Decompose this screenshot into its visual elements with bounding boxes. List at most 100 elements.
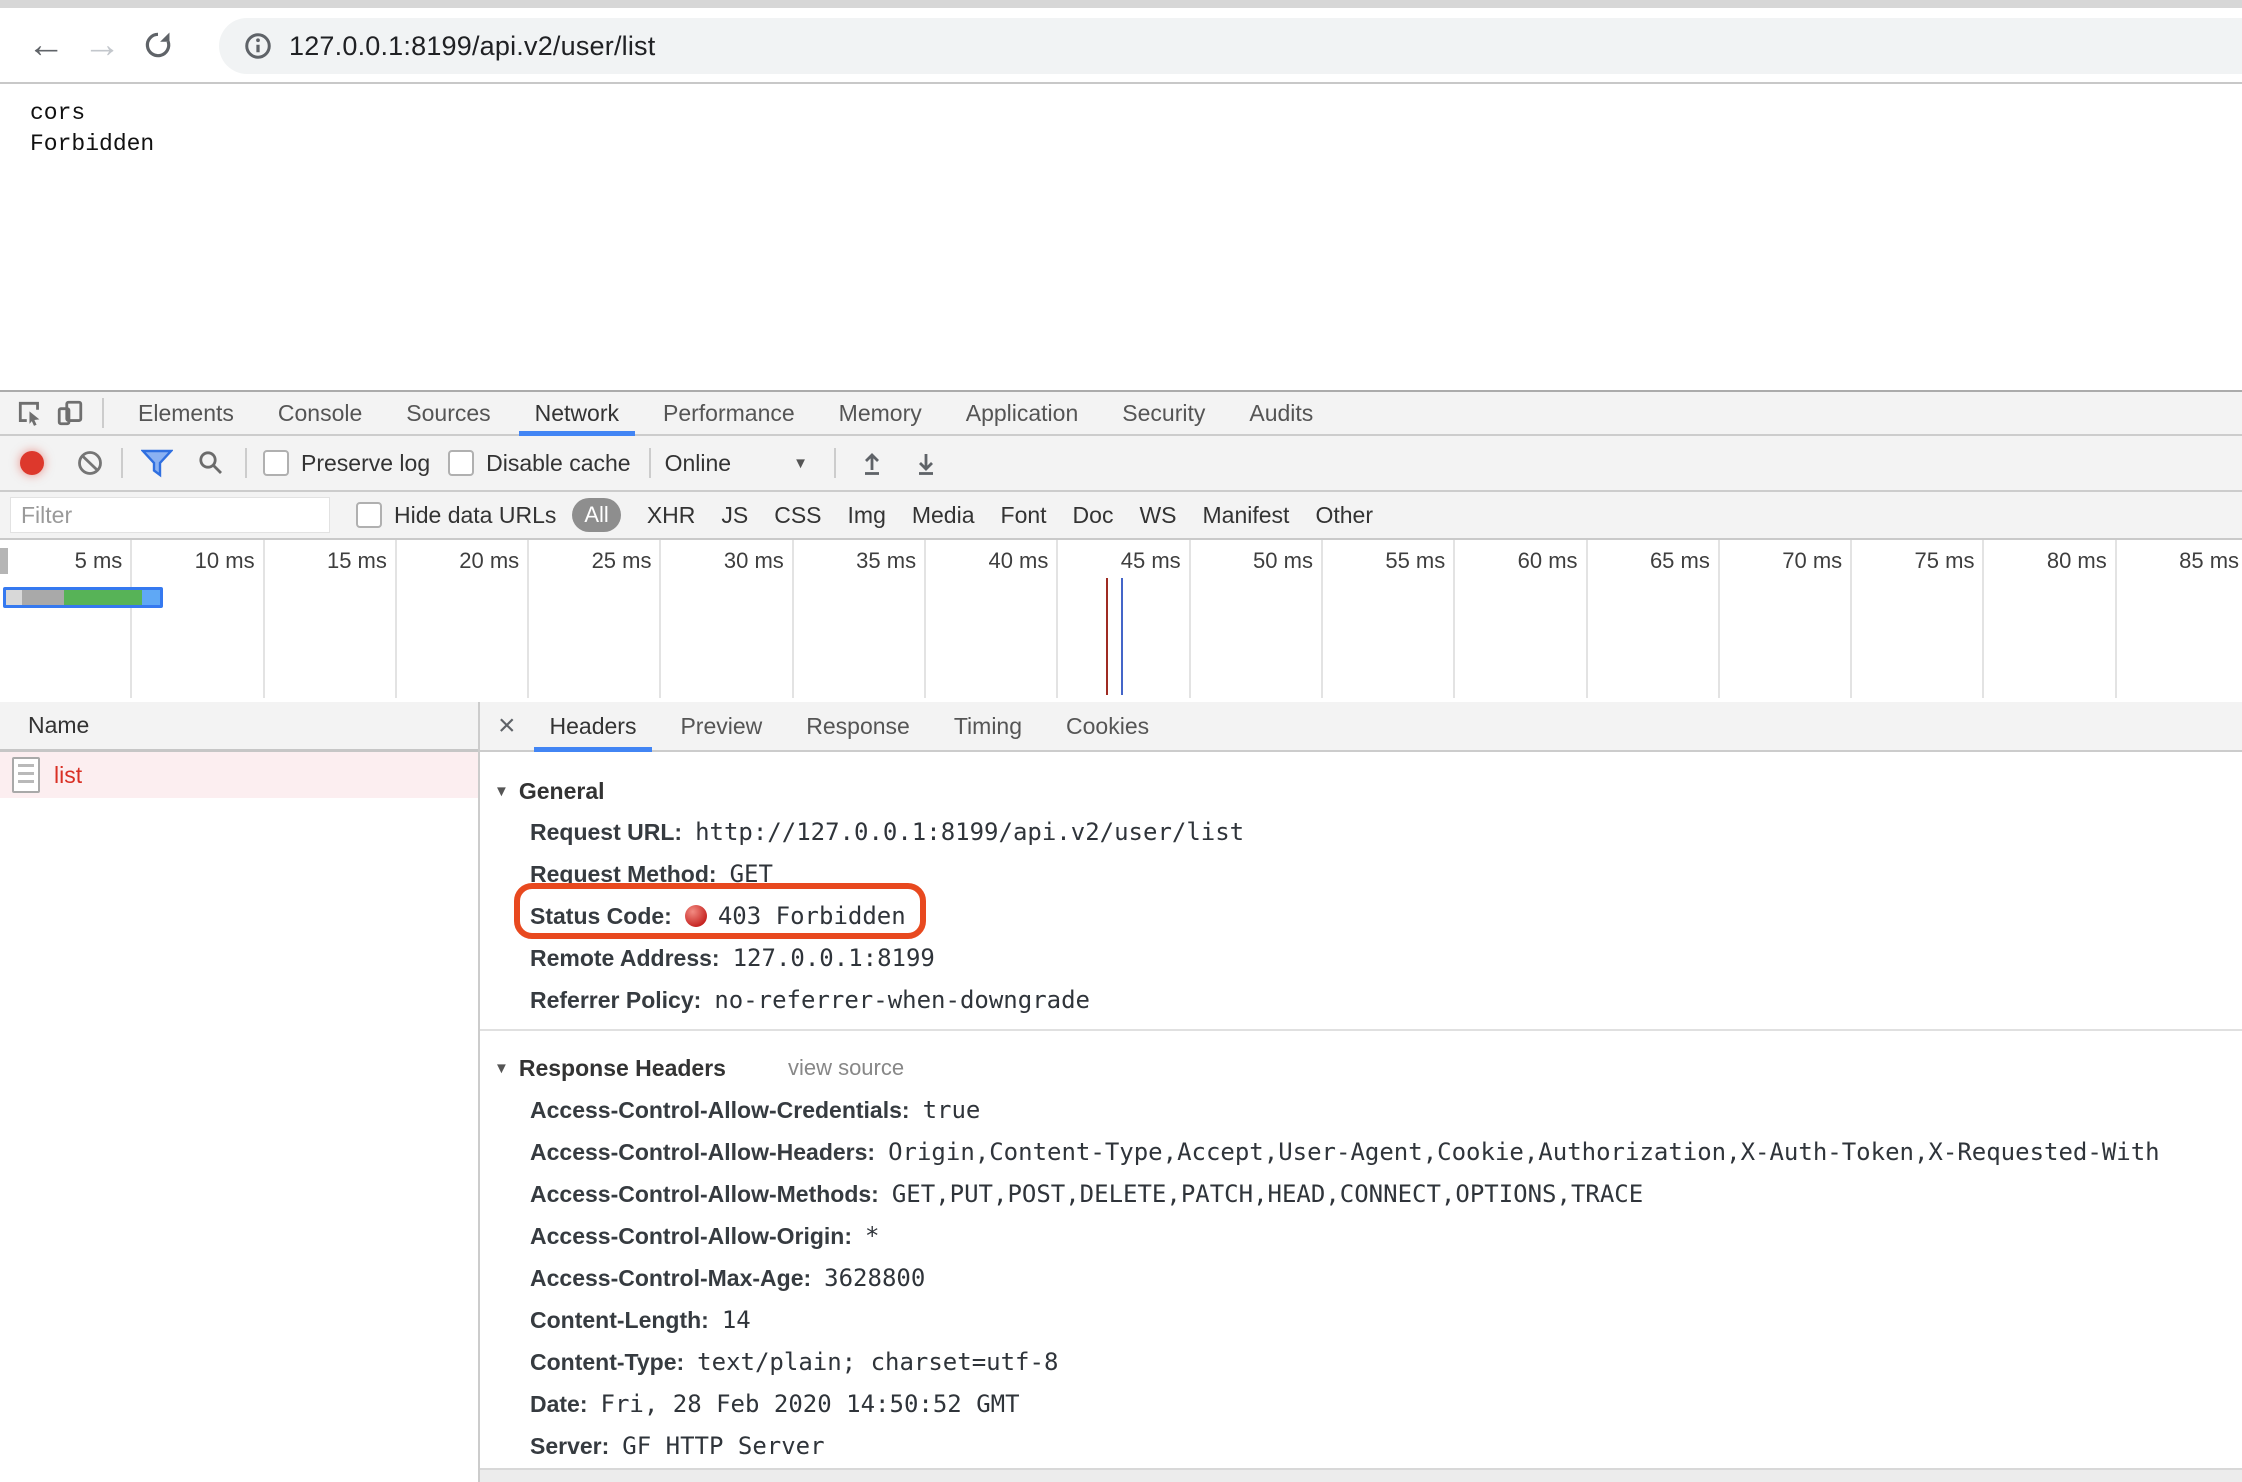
header-value: Origin,Content-Type,Accept,User-Agent,Co…: [888, 1138, 2160, 1166]
clear-icon: [77, 450, 103, 476]
header-item-request-method: Request Method: GET: [530, 853, 2242, 895]
detail-tab-headers[interactable]: Headers: [528, 702, 659, 750]
filter-type-manifest[interactable]: Manifest: [1203, 502, 1290, 529]
address-bar[interactable]: 127.0.0.1:8199/api.v2/user/list: [219, 18, 2242, 74]
filter-type-xhr[interactable]: XHR: [647, 502, 696, 529]
filter-type-media[interactable]: Media: [912, 502, 975, 529]
filter-toggle-button[interactable]: [141, 448, 173, 478]
close-icon[interactable]: ×: [498, 711, 516, 741]
network-toolbar: Preserve log Disable cache Online ▼: [0, 436, 2242, 492]
network-overview-timeline[interactable]: 5 ms 10 ms 15 ms 20 ms 25 ms 30 ms 35 ms…: [0, 540, 2242, 698]
info-icon[interactable]: [243, 31, 273, 61]
timeline-tick: 85 ms: [2117, 540, 2242, 698]
filter-type-font[interactable]: Font: [1001, 502, 1047, 529]
throttling-value: Online: [665, 450, 731, 477]
filter-type-other[interactable]: Other: [1315, 502, 1373, 529]
preserve-log-checkbox[interactable]: [263, 450, 289, 476]
requests-column-header[interactable]: Name: [0, 702, 478, 752]
devtools-tab-network[interactable]: Network: [513, 392, 641, 434]
response-headers-section-toggle[interactable]: ▼ Response Headers view source: [494, 1053, 2242, 1083]
filter-type-img[interactable]: Img: [848, 502, 886, 529]
disable-cache-checkbox[interactable]: [448, 450, 474, 476]
devtools-tab-sources[interactable]: Sources: [384, 392, 512, 434]
devtools-tab-performance[interactable]: Performance: [641, 392, 817, 434]
detail-tab-preview[interactable]: Preview: [658, 702, 784, 750]
reload-icon: [142, 29, 174, 61]
request-detail-panel: × Headers Preview Response Timing Cookie…: [480, 702, 2242, 1482]
disable-cache-label[interactable]: Disable cache: [486, 450, 630, 477]
browser-window: ← → 127.0.0.1:8199/api.v2/user/list cors…: [0, 0, 2242, 1482]
devtools-tab-memory[interactable]: Memory: [817, 392, 944, 434]
devtools-tab-elements[interactable]: Elements: [116, 392, 256, 434]
devtools-tab-audits[interactable]: Audits: [1227, 392, 1335, 434]
header-value: *: [865, 1222, 879, 1250]
device-toolbar-button[interactable]: [50, 395, 90, 431]
browser-toolbar: ← → 127.0.0.1:8199/api.v2/user/list: [0, 8, 2242, 84]
detail-tab-cookies[interactable]: Cookies: [1044, 702, 1171, 750]
general-section-title: General: [519, 778, 605, 805]
waterfall-download-segment: [142, 590, 160, 605]
detail-tab-response[interactable]: Response: [784, 702, 932, 750]
header-label: Access-Control-Allow-Methods:: [530, 1181, 879, 1208]
timeline-tick: 75 ms: [1852, 540, 1984, 698]
import-har-button[interactable]: [858, 449, 886, 477]
document-icon: [12, 757, 40, 793]
search-icon: [197, 449, 225, 477]
forward-button[interactable]: →: [74, 26, 130, 64]
detail-tab-timing[interactable]: Timing: [932, 702, 1044, 750]
back-button[interactable]: ←: [18, 26, 74, 64]
header-item-remote-address: Remote Address: 127.0.0.1:8199: [530, 937, 2242, 979]
red-status-dot-icon: [685, 905, 707, 927]
header-label: Access-Control-Allow-Headers:: [530, 1139, 875, 1166]
separator: [834, 448, 836, 478]
header-value: 3628800: [824, 1264, 925, 1292]
clear-button[interactable]: [77, 450, 103, 476]
hide-data-urls-checkbox[interactable]: [356, 502, 382, 528]
filter-input[interactable]: [10, 497, 330, 533]
header-value: 127.0.0.1:8199: [733, 944, 935, 972]
header-value: no-referrer-when-downgrade: [714, 986, 1090, 1014]
waterfall-queueing-segment: [6, 590, 22, 605]
preserve-log-label[interactable]: Preserve log: [301, 450, 430, 477]
throttling-dropdown[interactable]: Online ▼: [665, 450, 808, 477]
reload-button[interactable]: [130, 29, 186, 61]
filter-type-css[interactable]: CSS: [774, 502, 821, 529]
chevron-down-icon: ▼: [793, 455, 808, 472]
header-item-max-age: Access-Control-Max-Age: 3628800: [530, 1257, 2242, 1299]
header-label: Access-Control-Allow-Origin:: [530, 1223, 852, 1250]
devtools-tab-console[interactable]: Console: [256, 392, 384, 434]
inspect-element-button[interactable]: [10, 395, 50, 431]
hide-data-urls-label[interactable]: Hide data URLs: [394, 502, 556, 529]
header-label: Access-Control-Max-Age:: [530, 1265, 811, 1292]
filter-type-all[interactable]: All: [572, 498, 620, 532]
filter-type-js[interactable]: JS: [721, 502, 748, 529]
network-filter-row: Hide data URLs All XHR JS CSS Img Media …: [0, 492, 2242, 540]
record-button[interactable]: [20, 451, 44, 475]
devtools-tab-application[interactable]: Application: [944, 392, 1101, 434]
header-value: http://127.0.0.1:8199/api.v2/user/list: [695, 818, 1244, 846]
general-section-toggle[interactable]: ▼ General: [494, 776, 2242, 806]
view-source-link[interactable]: view source: [788, 1055, 904, 1081]
header-value: GET: [730, 860, 773, 888]
filter-type-doc[interactable]: Doc: [1073, 502, 1114, 529]
filter-type-ws[interactable]: WS: [1139, 502, 1176, 529]
header-label: Content-Length:: [530, 1307, 709, 1334]
waterfall-waiting-segment: [64, 590, 142, 605]
response-headers-section-title: Response Headers: [519, 1055, 726, 1082]
section-separator: [480, 1029, 2242, 1031]
domcontentloaded-event-line: [1121, 578, 1123, 695]
request-row[interactable]: list: [0, 752, 478, 798]
detail-tabbar: × Headers Preview Response Timing Cookie…: [480, 702, 2242, 752]
header-label: Request Method:: [530, 861, 717, 888]
network-bottom-split: Name list × Headers Preview Response Tim…: [0, 702, 2242, 1482]
header-item-referrer-policy: Referrer Policy: no-referrer-when-downgr…: [530, 979, 2242, 1021]
horizontal-scrollbar[interactable]: [480, 1468, 2242, 1482]
separator: [102, 398, 104, 428]
request-waterfall-bar[interactable]: [3, 587, 163, 608]
search-button[interactable]: [197, 449, 225, 477]
page-text-line: cors: [30, 98, 2242, 129]
export-har-button[interactable]: [912, 449, 940, 477]
general-items: Request URL: http://127.0.0.1:8199/api.v…: [480, 811, 2242, 1021]
header-label: Referrer Policy:: [530, 987, 701, 1014]
devtools-tab-security[interactable]: Security: [1100, 392, 1227, 434]
